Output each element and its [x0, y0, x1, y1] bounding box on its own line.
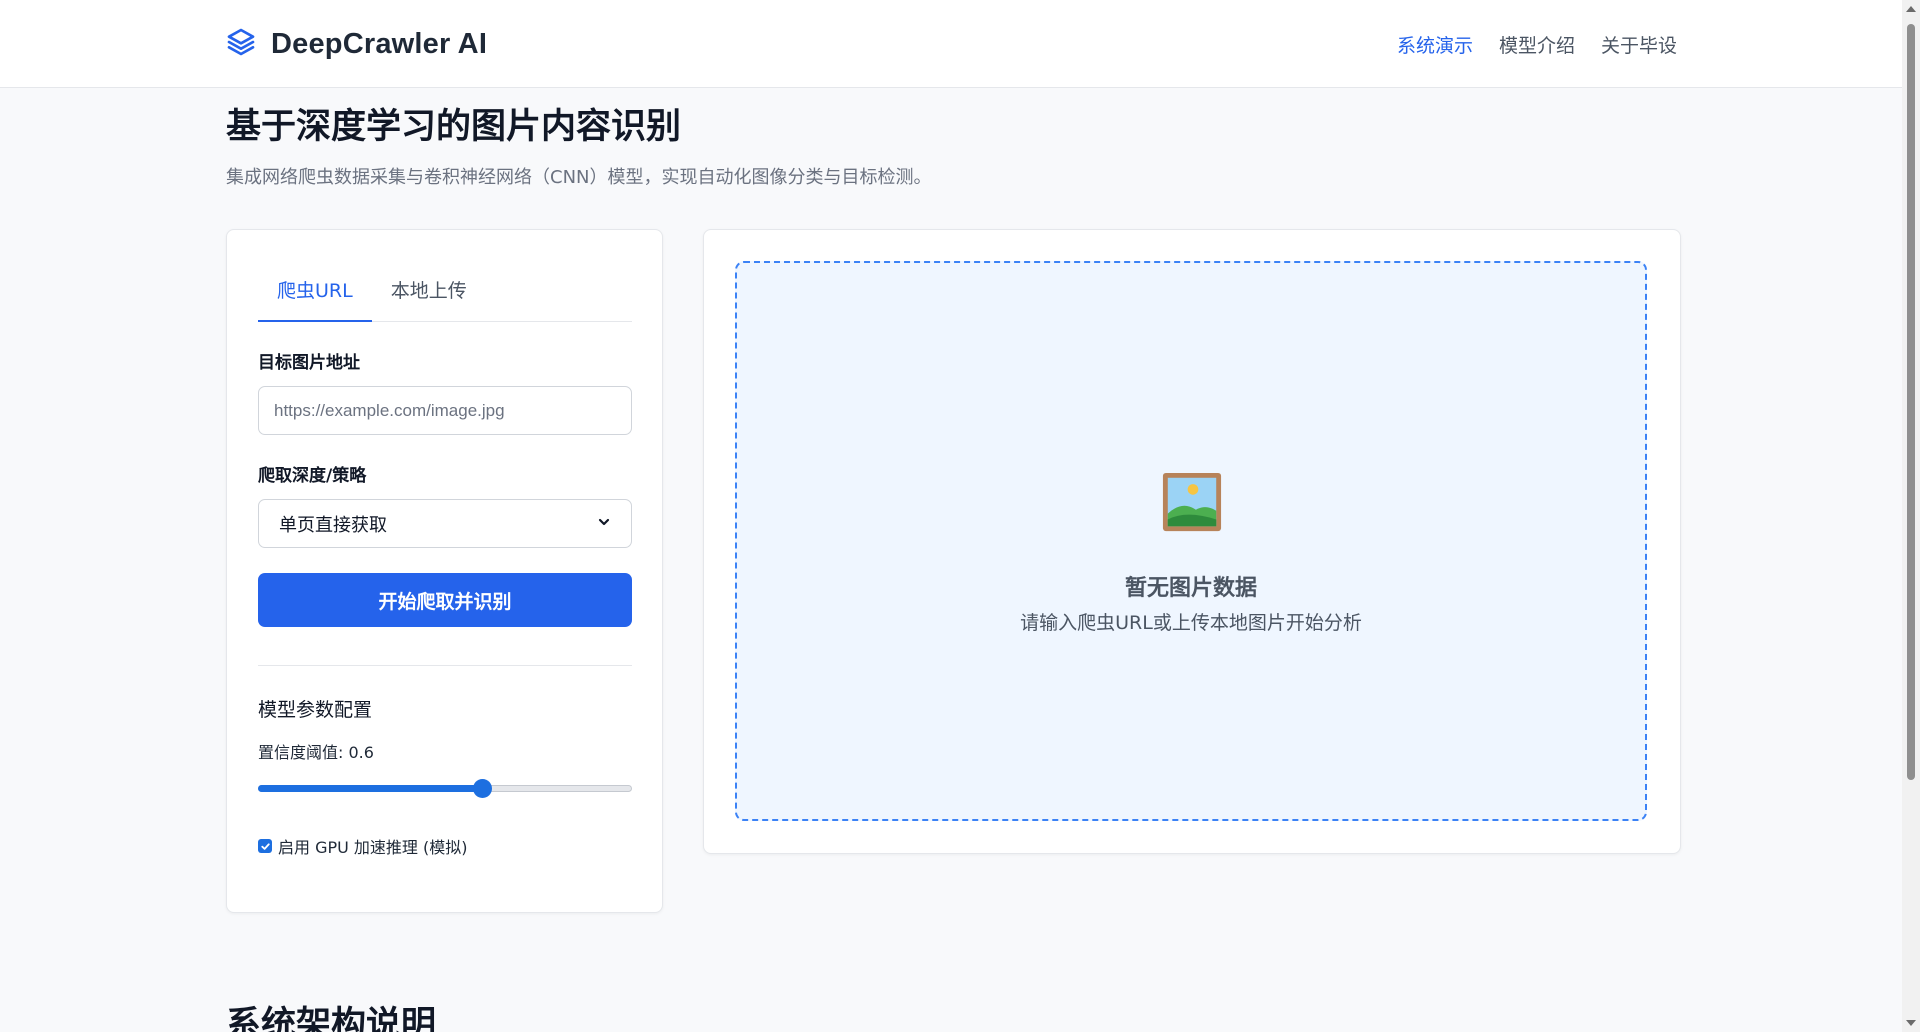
strategy-selected: 单页直接获取: [279, 514, 387, 536]
url-input[interactable]: [258, 386, 632, 435]
gpu-checkbox[interactable]: [258, 839, 272, 853]
empty-state-description: 请输入爬虫URL或上传本地图片开始分析: [1020, 612, 1362, 634]
strategy-select[interactable]: 单页直接获取: [258, 499, 632, 548]
url-label: 目标图片地址: [258, 353, 360, 373]
image-dropzone[interactable]: 暂无图片数据 请输入爬虫URL或上传本地图片开始分析: [735, 261, 1647, 821]
scroll-down-arrow-icon[interactable]: [1906, 1020, 1916, 1026]
confidence-label: 置信度阈值: 0.6: [258, 743, 374, 762]
check-icon: [260, 842, 270, 850]
page-subtitle: 集成网络爬虫数据采集与卷积神经网络（CNN）模型，实现自动化图像分类与目标检测。: [226, 167, 932, 188]
source-tabs: 爬虫URL 本地上传: [258, 268, 632, 322]
tab-crawler-url[interactable]: 爬虫URL: [258, 268, 372, 322]
brand-name: DeepCrawler AI: [271, 27, 488, 60]
gpu-option: 启用 GPU 加速推理 (模拟): [258, 834, 468, 858]
empty-state-title: 暂无图片数据: [1124, 576, 1257, 601]
divider: [258, 665, 632, 666]
control-panel: 爬虫URL 本地上传 目标图片地址 爬取深度/策略 单页直接获取 开始爬取并识别…: [226, 229, 663, 913]
scroll-up-arrow-icon[interactable]: [1906, 6, 1916, 12]
main-nav: 系统演示 模型介绍 关于毕设: [1397, 31, 1677, 58]
page-scrollbar[interactable]: [1902, 0, 1920, 1032]
tab-local-upload[interactable]: 本地上传: [372, 268, 486, 322]
gpu-label[interactable]: 启用 GPU 加速推理 (模拟): [278, 834, 468, 858]
brand[interactable]: DeepCrawler AI: [225, 26, 487, 62]
nav-link-model[interactable]: 模型介绍: [1499, 31, 1575, 58]
layers-icon: [225, 26, 257, 62]
scroll-thumb[interactable]: [1907, 24, 1915, 780]
preview-panel: 暂无图片数据 请输入爬虫URL或上传本地图片开始分析: [703, 229, 1681, 854]
confidence-slider[interactable]: [258, 778, 632, 798]
params-title: 模型参数配置: [258, 699, 373, 721]
architecture-title: 系统架构说明: [226, 1005, 437, 1032]
slider-thumb[interactable]: [473, 779, 493, 798]
slider-fill: [258, 785, 483, 792]
page-title: 基于深度学习的图片内容识别: [226, 107, 682, 147]
start-crawl-button[interactable]: 开始爬取并识别: [258, 573, 632, 627]
top-navbar: DeepCrawler AI 系统演示 模型介绍 关于毕设: [0, 0, 1902, 88]
nav-link-demo[interactable]: 系统演示: [1397, 31, 1473, 58]
chevron-down-icon: [597, 513, 611, 534]
nav-link-about[interactable]: 关于毕设: [1601, 31, 1677, 58]
framed-picture-icon: [1161, 471, 1223, 533]
strategy-label: 爬取深度/策略: [258, 466, 367, 486]
